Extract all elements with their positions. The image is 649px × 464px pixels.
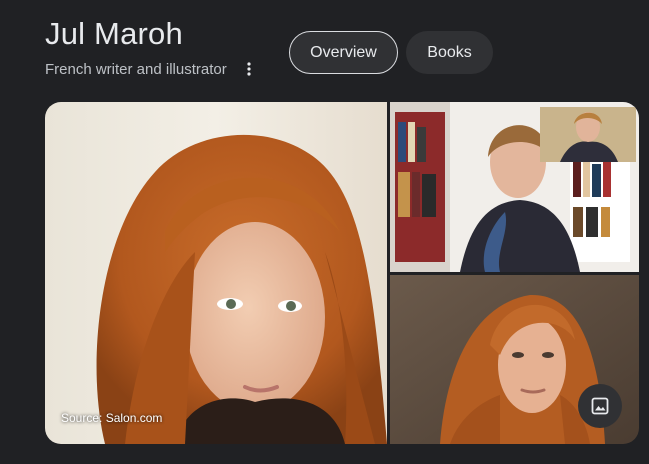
video-call-image[interactable] — [390, 102, 639, 272]
entity-description: French writer and illustrator — [45, 61, 227, 78]
tab-books[interactable]: Books — [406, 31, 493, 74]
tab-overview[interactable]: Overview — [289, 31, 398, 74]
image-source-caption: Source: Salon.com — [61, 411, 163, 425]
more-vert-icon — [247, 62, 251, 76]
more-options-button[interactable] — [240, 58, 258, 80]
main-portrait-image[interactable] — [45, 102, 387, 444]
image-gallery: Source: Salon.com — [45, 102, 639, 444]
image-icon — [591, 397, 609, 415]
portrait-photo — [45, 102, 387, 444]
knowledge-panel: Jul Maroh French writer and illustrator … — [0, 0, 649, 464]
video-call-photo — [390, 102, 639, 272]
more-images-button[interactable] — [578, 384, 622, 428]
entity-title: Jul Maroh — [45, 16, 183, 51]
